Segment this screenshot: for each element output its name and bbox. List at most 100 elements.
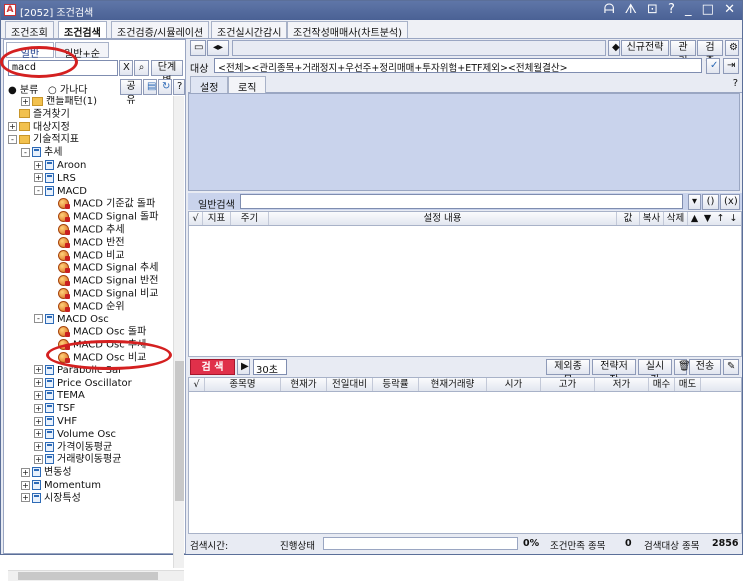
new-strategy-button[interactable]: 신규전략 (621, 40, 669, 56)
trash-icon[interactable]: 🗑 (674, 359, 691, 375)
tree-item[interactable]: MACD Signal 추세 (47, 262, 158, 274)
scroll-thumb-h[interactable] (18, 572, 158, 580)
expand-icon[interactable]: + (34, 160, 43, 170)
collapse-icon[interactable]: - (34, 314, 43, 324)
tab-logic[interactable]: 로직 (228, 76, 267, 94)
expand-icon[interactable]: + (34, 442, 43, 452)
tree-item[interactable]: + Price Oscillator (34, 377, 132, 390)
tree-item[interactable]: - MACD Osc (34, 313, 109, 326)
tree-item[interactable]: + 거래량이동평균 (34, 454, 121, 466)
tree-item[interactable]: + Momentum (21, 480, 101, 492)
settings-icon[interactable]: ⚙ (725, 40, 739, 56)
tab-condition-query[interactable]: 조건조회 (5, 21, 54, 39)
tree-item[interactable]: + 시장특성 (21, 492, 81, 505)
tree-horizontal-scrollbar[interactable] (8, 570, 184, 581)
tree-item[interactable]: + Volume Osc (34, 428, 116, 441)
help-button[interactable]: ? (173, 79, 185, 95)
tree-item[interactable]: - 추세 (21, 147, 62, 159)
tree-vertical-scrollbar[interactable] (173, 96, 184, 568)
expand-icon[interactable]: + (21, 467, 30, 477)
exclude-button[interactable]: 제외종목 (546, 359, 590, 386)
tree-item[interactable]: MACD Osc 돌파 (47, 326, 146, 338)
result-header-change[interactable]: 전일대비 (327, 378, 373, 391)
save-icon[interactable]: ▤ (143, 79, 157, 95)
general-search-field[interactable] (240, 194, 683, 209)
tree-item[interactable]: MACD 순위 (47, 300, 125, 313)
radio-alphabetical[interactable]: ○ 가나다 (48, 81, 88, 96)
scroll-thumb[interactable] (175, 361, 184, 501)
expand-icon[interactable]: + (34, 454, 43, 464)
expand-icon[interactable]: + (34, 416, 43, 426)
tree-item[interactable]: + VHF (34, 416, 77, 428)
share-button[interactable]: 공유 (120, 79, 142, 106)
tree-item[interactable]: + Aroon (34, 160, 86, 172)
verify-button[interactable]: 검증 (697, 40, 723, 67)
realtime-button[interactable]: 실시간 (638, 359, 672, 386)
header-top[interactable]: ↑ (714, 212, 727, 225)
strategy-icon[interactable]: ◆ (608, 40, 620, 56)
header-up[interactable]: ▲ (688, 212, 701, 225)
tree-item[interactable]: MACD 반전 (47, 236, 125, 249)
expand-icon[interactable]: + (34, 403, 43, 413)
header-down[interactable]: ▼ (701, 212, 714, 225)
tab-chart-analysis[interactable]: 조건작성매매사(차트분석) (287, 21, 409, 39)
expand-icon[interactable]: + (34, 429, 43, 439)
check-icon[interactable]: ✓ (706, 58, 720, 74)
tree-item[interactable]: MACD 비교 (47, 249, 125, 262)
strategy-name-field[interactable] (232, 40, 606, 56)
expand-icon[interactable]: + (21, 96, 30, 106)
tree-item[interactable]: + LRS (34, 172, 76, 185)
tab-verify-simulation[interactable]: 조건검증/시뮬레이션 (111, 21, 210, 39)
apply-icon[interactable]: ⇥ (723, 58, 739, 74)
tree-item[interactable]: 즐겨찾기 (8, 109, 70, 121)
interval-select[interactable]: 30초 ▾ (253, 359, 287, 387)
search-button[interactable]: 검 색 (190, 359, 235, 375)
collapse-icon[interactable]: - (8, 134, 17, 144)
tree-item[interactable]: + 캔들패턴(1) (21, 96, 97, 108)
tools-icon[interactable]: ✎ (723, 359, 739, 375)
tree-item[interactable]: MACD 기준값 돌파 (47, 198, 155, 210)
radio-category[interactable]: ● 분류 (8, 81, 38, 96)
result-header-bid[interactable]: 매수 (649, 378, 675, 391)
nav-arrows-icon[interactable]: ◂▸ (207, 40, 229, 56)
play-icon[interactable]: ▶ (237, 359, 250, 375)
expand-icon[interactable]: + (8, 122, 17, 132)
tree-item[interactable]: MACD 추세 (47, 224, 125, 236)
result-header-open[interactable]: 시가 (487, 378, 541, 391)
tree-item[interactable]: + TSF (34, 403, 75, 415)
result-header-high[interactable]: 고가 (541, 378, 595, 391)
help-icon[interactable]: ? (733, 78, 738, 89)
expand-icon[interactable]: + (34, 378, 43, 388)
result-header-name[interactable]: 종목명 (205, 378, 281, 391)
expand-icon[interactable]: + (21, 493, 30, 503)
collapse-icon[interactable]: - (34, 186, 43, 196)
send-button[interactable]: 전송 (689, 359, 721, 375)
tree-item[interactable]: - MACD (34, 185, 87, 198)
dropdown-icon[interactable]: ▾ (688, 194, 701, 210)
result-header-rate[interactable]: 등락률 (373, 378, 419, 391)
tree-item[interactable]: MACD Signal 돌파 (47, 211, 158, 223)
expand-icon[interactable]: + (34, 390, 43, 400)
remove-paren-icon[interactable]: (x) (720, 194, 740, 210)
clear-button[interactable]: X (119, 60, 133, 76)
target-field[interactable]: <전체><관리종목+거래정지+우선주+정리매매+투자위험+ETF제외><전체월결… (214, 58, 702, 73)
result-header-price[interactable]: 현재가 (281, 378, 327, 391)
expand-icon[interactable]: + (34, 365, 43, 375)
collapse-icon[interactable]: - (21, 147, 30, 157)
expand-icon[interactable]: + (34, 173, 43, 183)
paren-icon[interactable]: () (702, 194, 719, 210)
manage-button[interactable]: 관리 (670, 40, 696, 67)
tree-item[interactable]: + TEMA (34, 390, 85, 402)
tab-realtime-monitor[interactable]: 조건실시간감시 (211, 21, 288, 39)
result-header-volume[interactable]: 현재거래량 (419, 378, 487, 391)
save-strategy-button[interactable]: 전략저장 (592, 359, 636, 386)
refresh-icon[interactable]: ↻ (158, 79, 172, 95)
step-button[interactable]: 단계별 (151, 60, 183, 87)
tree-item[interactable]: - 기술적지표 (8, 134, 79, 146)
new-icon[interactable]: ▭ (190, 40, 206, 56)
tree-item[interactable]: + 변동성 (21, 467, 72, 479)
tree-item[interactable]: + 대상지정 (8, 122, 70, 134)
tree-item[interactable]: MACD Signal 비교 (47, 288, 158, 300)
tab-settings[interactable]: 설정 (190, 76, 229, 94)
tree-item[interactable]: MACD Signal 반전 (47, 275, 158, 287)
